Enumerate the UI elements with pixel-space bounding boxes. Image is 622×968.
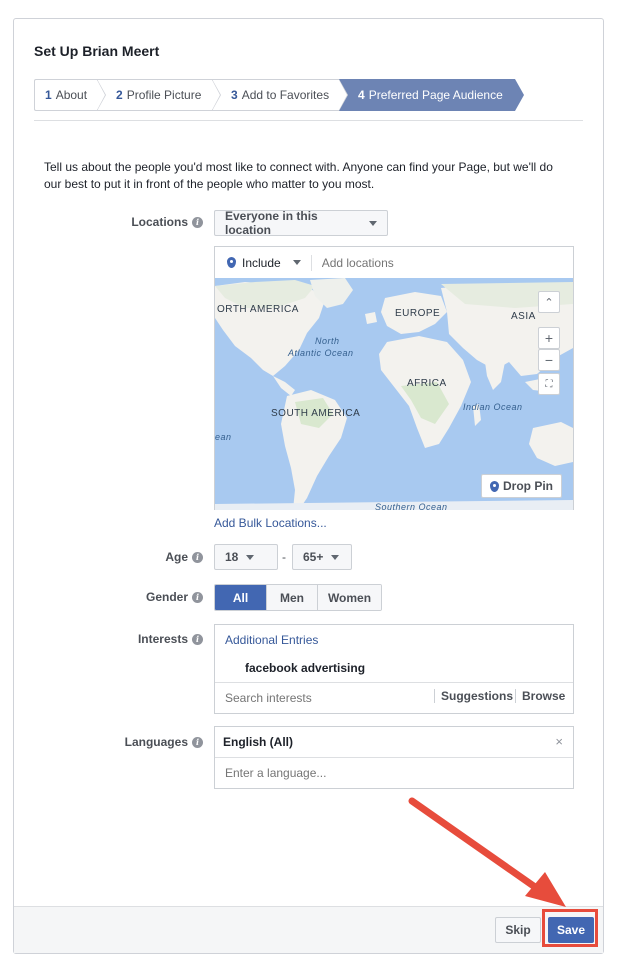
map-label: SOUTH AMERICA [271,408,361,419]
search-interests-input[interactable] [223,690,417,706]
gender-men-button[interactable]: Men [266,585,317,610]
map-label: EUROPE [395,308,441,319]
map-label: ORTH AMERICA [217,304,299,315]
fullscreen-icon[interactable]: ⛶ [538,373,560,395]
zoom-out-icon[interactable]: − [538,349,560,371]
header-divider [34,120,583,121]
map-label: Atlantic Ocean [288,348,354,358]
map-label: Indian Ocean [463,402,523,412]
locations-label: Locations i [131,215,203,229]
interest-entry[interactable]: facebook advertising [245,661,365,675]
location-pin-icon [490,480,499,492]
intro-text: Tell us about the people you'd most like… [44,160,553,191]
zoom-in-icon[interactable]: + [538,327,560,349]
setup-dialog: Set Up Brian Meert 1 About 2 Profile Pic… [13,18,604,954]
age-max-select[interactable]: 65+ [292,544,352,570]
gender-label: Gender i [146,590,203,604]
chevron-up-icon[interactable]: ⌃ [538,291,560,313]
info-icon[interactable]: i [192,216,203,228]
gender-all-button[interactable]: All [215,585,266,610]
map-label: ean [215,432,232,442]
step-number: 1 [45,88,52,102]
language-input[interactable] [223,765,527,781]
languages-label: Languages i [125,735,203,749]
include-select[interactable]: Include [215,256,301,270]
map-label: AFRICA [407,378,447,389]
map-label: ASIA [511,311,536,322]
map-label: North [315,336,340,346]
languages-box: English (All) × [214,726,574,789]
step-label: Add to Favorites [241,88,330,102]
suggestions-button[interactable]: Suggestions [434,689,513,703]
chevron-down-icon [369,220,377,226]
step-label: Profile Picture [126,88,202,102]
add-bulk-locations-link[interactable]: Add Bulk Locations... [214,516,327,530]
step-about[interactable]: 1 About [34,79,106,111]
dialog-footer: Skip Save [14,906,603,953]
age-label: Age i [165,550,203,564]
info-icon[interactable]: i [192,591,203,603]
drop-pin-button[interactable]: Drop Pin [481,474,562,498]
step-number: 2 [116,88,123,102]
selected-language: English (All) [223,735,293,749]
info-icon[interactable]: i [192,633,203,645]
chevron-down-icon [292,260,301,265]
step-label: Preferred Page Audience [368,88,503,102]
step-profile-picture[interactable]: 2 Profile Picture [97,79,221,111]
age-min-select[interactable]: 18 [214,544,278,570]
location-scope-select[interactable]: Everyone in this location [214,209,388,237]
step-wizard: 1 About 2 Profile Picture 3 Add to Favor… [34,79,524,111]
gender-women-button[interactable]: Women [317,585,381,610]
step-add-to-favorites[interactable]: 3 Add to Favorites [212,79,348,111]
location-bar: Include [215,247,573,279]
gender-selector: All Men Women [214,584,382,611]
save-highlight-box [542,909,598,947]
interests-label: Interests i [138,632,203,646]
step-number: 4 [358,88,365,102]
chevron-down-icon [331,554,340,560]
browse-button[interactable]: Browse [515,689,565,703]
map-label: Southern Ocean [375,502,448,510]
age-separator: - [282,550,286,564]
skip-button[interactable]: Skip [495,917,541,943]
separator [310,254,312,271]
step-number: 3 [231,88,238,102]
info-icon[interactable]: i [192,736,203,748]
step-label: About [55,88,88,102]
info-icon[interactable]: i [192,551,203,563]
location-scope-value: Everyone in this location [225,209,318,237]
step-preferred-page-audience[interactable]: 4 Preferred Page Audience [339,79,524,111]
location-picker: Include Add locations ORTH AMERICA EUROP… [214,246,574,510]
dialog-title: Set Up Brian Meert [34,43,160,59]
interests-box: Additional Entries facebook advertising … [214,624,574,714]
close-icon[interactable]: × [555,734,563,749]
chevron-down-icon [246,554,255,560]
world-map[interactable]: ORTH AMERICA EUROPE ASIA AFRICA SOUTH AM… [215,278,573,510]
add-locations-input[interactable] [319,254,524,271]
additional-entries-header: Additional Entries [225,633,319,647]
location-pin-icon [227,257,236,268]
